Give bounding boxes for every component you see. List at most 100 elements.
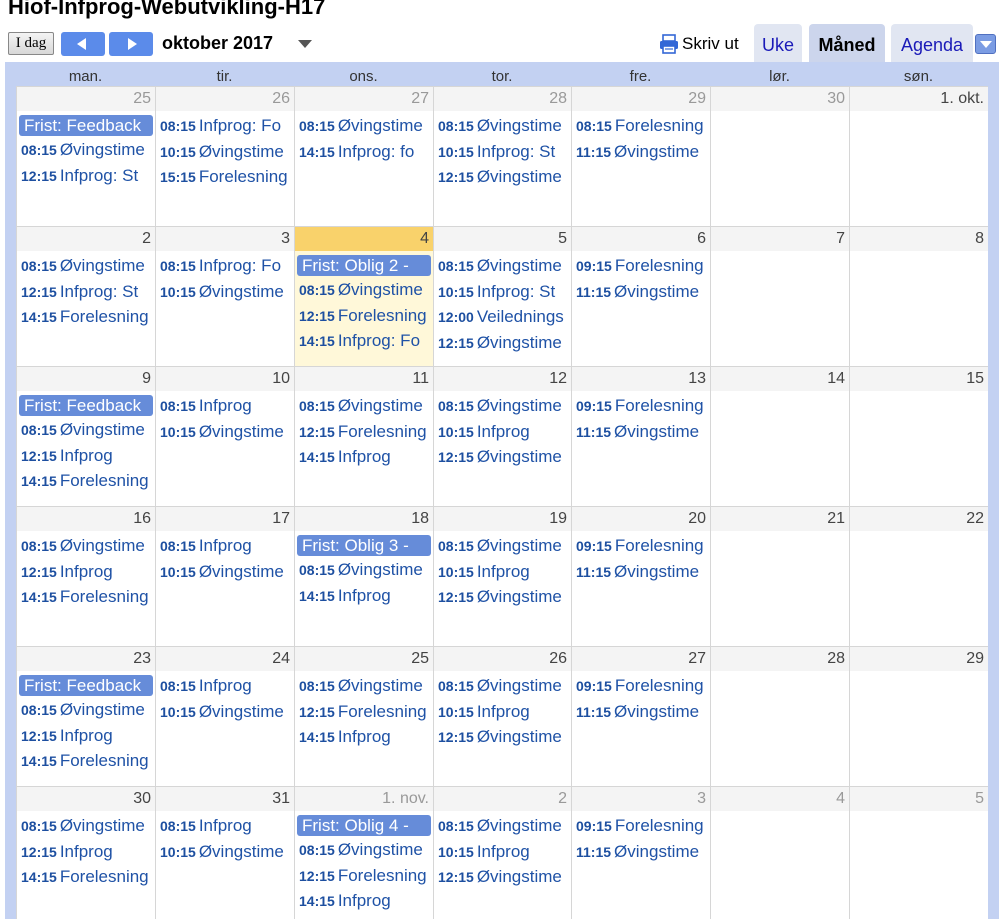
day-cell[interactable]: 24 08:15 Infprog 10:15 Øvingstime xyxy=(155,646,294,786)
timed-event[interactable]: 08:15 Infprog xyxy=(156,533,294,559)
all-day-event-chip[interactable]: Frist: Oblig 2 - xyxy=(297,255,431,276)
timed-event[interactable]: 08:15 Infprog xyxy=(156,673,294,699)
day-cell[interactable]: 12 08:15 Øvingstime 10:15 Infprog 12:15 Øvings… xyxy=(433,366,571,506)
day-cell[interactable]: 10 08:15 Infprog 10:15 Øvingstime xyxy=(155,366,294,506)
timed-event[interactable]: 10:15 Infprog xyxy=(434,559,571,585)
day-number[interactable]: 9 xyxy=(142,370,151,388)
day-cell[interactable]: 2 08:15 Øvingstime 12:15 Infprog: St 14:15 For… xyxy=(16,226,155,366)
day-cell[interactable]: 6 09:15 Forelesning 11:15 Øvingstime xyxy=(571,226,710,366)
timed-event[interactable]: 12:15 Øvingstime xyxy=(434,164,571,190)
timed-event[interactable]: 08:15 Øvingstime xyxy=(17,697,155,723)
timed-event[interactable]: 08:15 Øvingstime xyxy=(17,137,155,163)
timed-event[interactable]: 09:15 Forelesning xyxy=(572,813,710,839)
timed-event[interactable]: 12:15 Infprog: St xyxy=(17,279,155,305)
day-cell[interactable]: 29 xyxy=(849,646,988,786)
timed-event[interactable]: 14:15 Forelesning xyxy=(17,748,155,774)
timed-event[interactable]: 08:15 Øvingstime xyxy=(434,813,571,839)
timed-event[interactable]: 10:15 Infprog: St xyxy=(434,139,571,165)
day-cell[interactable]: 27 08:15 Øvingstime 14:15 Infprog: fo xyxy=(294,86,433,226)
timed-event[interactable]: 14:15 Infprog xyxy=(295,583,433,609)
timed-event[interactable]: 11:15 Øvingstime xyxy=(572,279,710,305)
day-number[interactable]: 10 xyxy=(272,370,290,388)
timed-event[interactable]: 08:15 Øvingstime xyxy=(295,277,433,303)
timed-event[interactable]: 08:15 Øvingstime xyxy=(434,113,571,139)
day-number[interactable]: 1. nov. xyxy=(382,790,429,808)
day-number[interactable]: 3 xyxy=(697,790,706,808)
day-cell[interactable]: 31 08:15 Infprog 10:15 Øvingstime xyxy=(155,786,294,919)
day-number[interactable]: 25 xyxy=(411,650,429,668)
day-cell[interactable]: 3 08:15 Infprog: Fo 10:15 Øvingstime xyxy=(155,226,294,366)
date-picker-dropdown-icon[interactable] xyxy=(298,40,312,48)
timed-event[interactable]: 08:15 Øvingstime xyxy=(434,533,571,559)
day-cell[interactable]: 13 09:15 Forelesning 11:15 Øvingstime xyxy=(571,366,710,506)
day-number[interactable]: 6 xyxy=(697,230,706,248)
all-day-event-chip[interactable]: Frist: Oblig 4 - xyxy=(297,815,431,836)
timed-event[interactable]: 08:15 Infprog xyxy=(156,813,294,839)
timed-event[interactable]: 08:15 Infprog: Fo xyxy=(156,113,294,139)
day-number[interactable]: 27 xyxy=(411,90,429,108)
day-number[interactable]: 7 xyxy=(836,230,845,248)
tab-month[interactable]: Måned xyxy=(809,24,885,62)
day-number[interactable]: 3 xyxy=(281,230,290,248)
day-cell[interactable]: 1. okt. xyxy=(849,86,988,226)
day-number[interactable]: 2 xyxy=(558,790,567,808)
day-cell[interactable]: 4 Frist: Oblig 2 - 08:15 Øvingstime 12:15 Fo… xyxy=(294,226,433,366)
timed-event[interactable]: 10:15 Infprog xyxy=(434,699,571,725)
day-cell[interactable]: 5 xyxy=(849,786,988,919)
day-number[interactable]: 5 xyxy=(975,790,984,808)
day-number[interactable]: 27 xyxy=(688,650,706,668)
day-number[interactable]: 30 xyxy=(827,90,845,108)
tab-agenda[interactable]: Agenda xyxy=(891,24,973,62)
timed-event[interactable]: 15:15 Forelesning xyxy=(156,164,294,190)
timed-event[interactable]: 10:15 Øvingstime xyxy=(156,699,294,725)
day-number[interactable]: 13 xyxy=(688,370,706,388)
timed-event[interactable]: 14:15 Forelesning xyxy=(17,468,155,494)
day-number[interactable]: 12 xyxy=(549,370,567,388)
timed-event[interactable]: 14:15 Forelesning xyxy=(17,304,155,330)
day-cell[interactable]: 25 08:15 Øvingstime 12:15 Forelesning 14:15 In… xyxy=(294,646,433,786)
timed-event[interactable]: 12:15 Infprog xyxy=(17,723,155,749)
day-cell[interactable]: 23 Frist: Feedback 08:15 Øvingstime 12:15 Inf… xyxy=(16,646,155,786)
timed-event[interactable]: 08:15 Forelesning xyxy=(572,113,710,139)
day-cell[interactable]: 20 09:15 Forelesning 11:15 Øvingstime xyxy=(571,506,710,646)
day-cell[interactable]: 27 09:15 Forelesning 11:15 Øvingstime xyxy=(571,646,710,786)
day-number[interactable]: 26 xyxy=(272,90,290,108)
timed-event[interactable]: 09:15 Forelesning xyxy=(572,253,710,279)
day-number[interactable]: 4 xyxy=(420,230,429,248)
day-number[interactable]: 21 xyxy=(827,510,845,528)
timed-event[interactable]: 10:15 Infprog: St xyxy=(434,279,571,305)
day-cell[interactable]: 14 xyxy=(710,366,849,506)
timed-event[interactable]: 08:15 Øvingstime xyxy=(434,393,571,419)
timed-event[interactable]: 12:15 Forelesning xyxy=(295,303,433,329)
timed-event[interactable]: 12:15 Forelesning xyxy=(295,863,433,889)
day-number[interactable]: 23 xyxy=(133,650,151,668)
all-day-event-chip[interactable]: Frist: Oblig 3 - xyxy=(297,535,431,556)
day-number[interactable]: 2 xyxy=(142,230,151,248)
day-cell[interactable]: 2 08:15 Øvingstime 10:15 Infprog 12:15 Øvingst… xyxy=(433,786,571,919)
timed-event[interactable]: 12:15 Infprog: St xyxy=(17,163,155,189)
timed-event[interactable]: 09:15 Forelesning xyxy=(572,393,710,419)
day-cell[interactable]: 1. nov. Frist: Oblig 4 - 08:15 Øvingstime 1… xyxy=(294,786,433,919)
day-number[interactable]: 29 xyxy=(966,650,984,668)
day-number[interactable]: 20 xyxy=(688,510,706,528)
day-cell[interactable]: 7 xyxy=(710,226,849,366)
views-dropdown-button[interactable] xyxy=(975,34,996,54)
timed-event[interactable]: 14:15 Forelesning xyxy=(17,584,155,610)
timed-event[interactable]: 12:15 Øvingstime xyxy=(434,724,571,750)
day-cell[interactable]: 28 08:15 Øvingstime 10:15 Infprog: St 12:15 Øv… xyxy=(433,86,571,226)
timed-event[interactable]: 09:15 Forelesning xyxy=(572,533,710,559)
timed-event[interactable]: 10:15 Infprog xyxy=(434,839,571,865)
day-number[interactable]: 11 xyxy=(412,370,429,388)
timed-event[interactable]: 08:15 Øvingstime xyxy=(17,813,155,839)
day-cell[interactable]: 26 08:15 Øvingstime 10:15 Infprog 12:15 Øvings… xyxy=(433,646,571,786)
timed-event[interactable]: 14:15 Forelesning xyxy=(17,864,155,890)
timed-event[interactable]: 08:15 Øvingstime xyxy=(295,557,433,583)
timed-event[interactable]: 12:15 Øvingstime xyxy=(434,444,571,470)
day-number[interactable]: 25 xyxy=(133,90,151,108)
timed-event[interactable]: 12:15 Forelesning xyxy=(295,699,433,725)
timed-event[interactable]: 10:15 Øvingstime xyxy=(156,419,294,445)
timed-event[interactable]: 12:15 Øvingstime xyxy=(434,330,571,356)
day-cell[interactable]: 30 xyxy=(710,86,849,226)
timed-event[interactable]: 11:15 Øvingstime xyxy=(572,419,710,445)
day-number[interactable]: 24 xyxy=(272,650,290,668)
